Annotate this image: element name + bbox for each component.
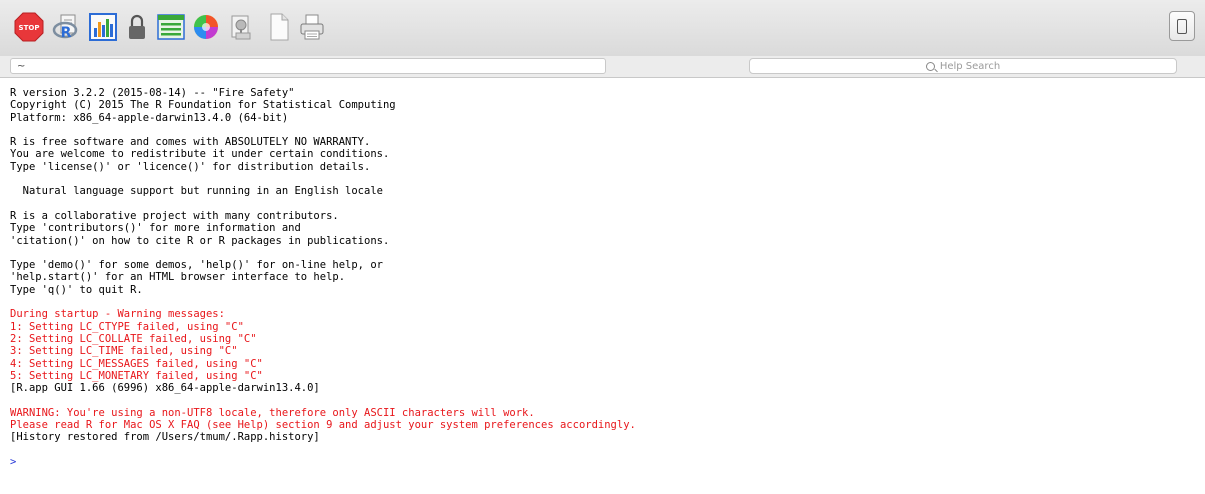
quartz-chart-icon [89,13,117,41]
console-warning-line: 1: Setting LC_CTYPE failed, using "C" [10,320,244,333]
console-line: R is free software and comes with ABSOLU… [10,136,371,149]
console-line: Natural language support but running in … [10,185,383,198]
console-line: R version 3.2.2 (2015-08-14) -- "Fire Sa… [10,87,295,99]
working-directory-field[interactable] [10,58,606,74]
help-search-placeholder: Help Search [939,60,1001,72]
console-line: Type 'contributors()' for more informati… [10,222,301,235]
drawer-icon [1177,18,1187,34]
console-line: 'citation()' on how to cite R or R packa… [10,234,390,247]
console-line: Type 'demo()' for some demos, 'help()' f… [10,259,383,272]
print-icon [300,14,324,40]
console-prompt[interactable]: > [10,456,1195,468]
console-warning-line: 5: Setting LC_MONETARY failed, using "C" [10,369,263,382]
stop-icon: STOP [14,12,44,42]
console-warning-line: WARNING: You're using a non-UTF8 locale,… [10,406,535,419]
colors-button[interactable] [191,12,221,42]
console-line: 'help.start()' for an HTML browser inter… [10,271,346,284]
stop-button[interactable]: STOP [14,12,44,42]
console-warning-line: 2: Setting LC_COLLATE failed, using "C" [10,332,257,345]
preferences-icon [231,15,251,40]
new-document-button[interactable] [264,12,294,42]
console-line: [History restored from /Users/tmum/.Rapp… [10,431,320,444]
console-warning-line: 3: Setting LC_TIME failed, using "C" [10,345,238,358]
console-line: Platform: x86_64-apple-darwin13.4.0 (64-… [10,111,289,124]
drawer-toggle-button[interactable] [1169,11,1195,41]
preferences-button[interactable] [226,12,256,42]
source-script-button[interactable]: R [52,12,82,42]
data-editor-button[interactable] [156,12,186,42]
console-line: Type 'q()' to quit R. [10,283,143,296]
path-bar: Help Search [0,56,1205,78]
toolbar: STOP R [0,0,1205,56]
r-source-icon: R [52,14,78,41]
color-wheel-icon [194,15,218,39]
new-document-icon [270,13,289,41]
print-button[interactable] [297,12,327,42]
stop-label: STOP [19,24,40,32]
console-warning-line: 4: Setting LC_MESSAGES failed, using "C" [10,357,263,370]
lock-icon [129,14,145,39]
console-line: You are welcome to redistribute it under… [10,148,390,161]
svg-text:R: R [61,25,72,41]
console-warning-line: Please read R for Mac OS X FAQ (see Help… [10,419,636,432]
quartz-button[interactable] [88,12,118,42]
lock-button[interactable] [122,12,152,42]
console-line: [R.app GUI 1.66 (6996) x86_64-apple-darw… [10,382,320,395]
data-editor-icon [157,14,185,40]
console-line: Type 'license()' or 'licence()' for dist… [10,160,371,173]
console-warning-line: During startup - Warning messages: [10,308,225,321]
search-icon [925,61,935,71]
console-line: R is a collaborative project with many c… [10,209,339,222]
console-output[interactable]: R version 3.2.2 (2015-08-14) -- "Fire Sa… [10,87,1195,468]
help-search-field[interactable]: Help Search [749,58,1177,74]
console-line: Copyright (C) 2015 The R Foundation for … [10,99,396,112]
